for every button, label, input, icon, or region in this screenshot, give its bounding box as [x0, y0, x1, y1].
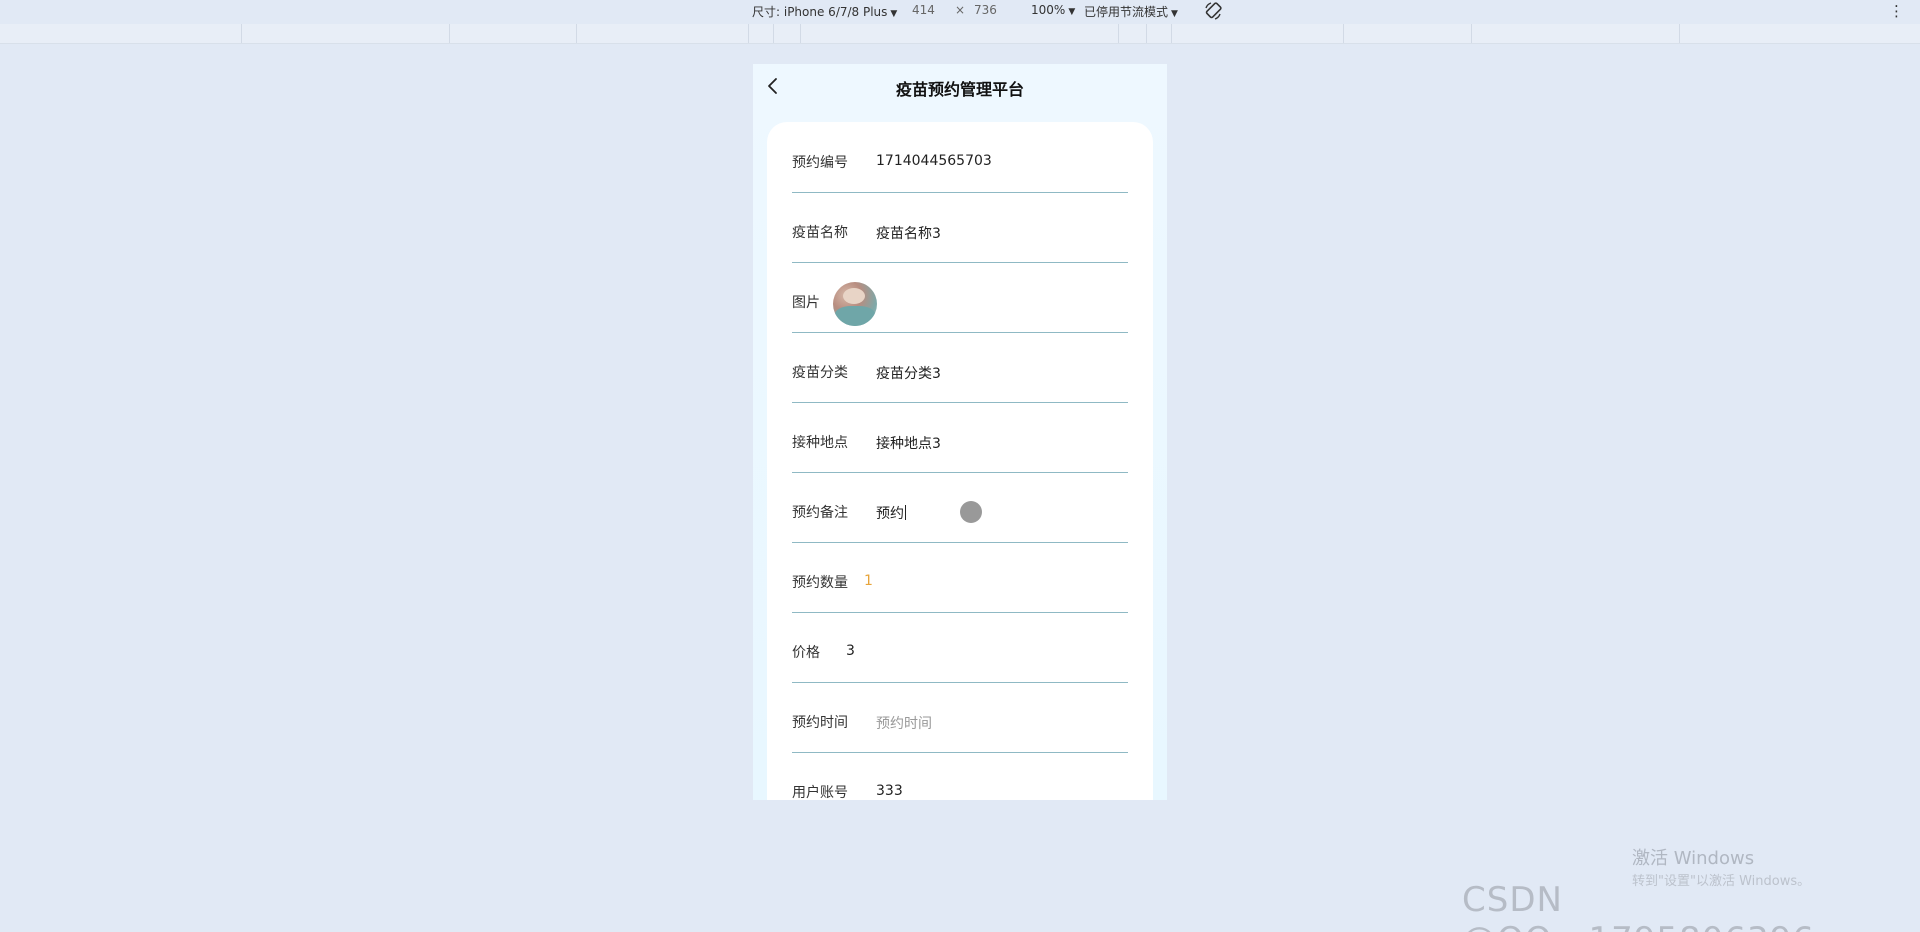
- caret-down-icon: ▼: [1171, 9, 1178, 19]
- location-label: 接种地点: [792, 435, 848, 451]
- form-row-time: 预约时间 预约时间: [792, 682, 1128, 753]
- text-cursor: [905, 505, 906, 520]
- devtools-toolbar: 尺寸: iPhone 6/7/8 Plus ▼ 414 × 736 100% ▼ 已…: [0, 0, 1920, 22]
- form-row-price: 价格 3: [792, 612, 1128, 683]
- price-label: 价格: [792, 645, 820, 661]
- image-label: 图片: [792, 295, 820, 311]
- remark-label: 预约备注: [792, 505, 848, 521]
- form-card: 预约编号 1714044565703 疫苗名称 疫苗名称3 图片 疫苗分类 疫苗…: [767, 122, 1153, 800]
- csdn-watermark: CSDN @QQ__1795806396: [1462, 880, 1814, 932]
- phone-viewport: 疫苗预约管理平台 预约编号 1714044565703 疫苗名称 疫苗名称3 图…: [753, 64, 1167, 800]
- time-picker[interactable]: 预约时间: [876, 713, 932, 733]
- device-label: 尺寸: iPhone 6/7/8 Plus: [752, 5, 888, 19]
- form-row-booking-no: 预约编号 1714044565703: [792, 122, 1128, 193]
- touch-pointer-indicator: [960, 501, 982, 523]
- account-input[interactable]: 333: [876, 783, 903, 799]
- device-selector[interactable]: 尺寸: iPhone 6/7/8 Plus ▼: [752, 3, 897, 20]
- vaccine-name-input[interactable]: 疫苗名称3: [876, 223, 941, 243]
- form-row-category: 疫苗分类 疫苗分类3: [792, 332, 1128, 403]
- account-label: 用户账号: [792, 785, 848, 800]
- location-input[interactable]: 接种地点3: [876, 433, 941, 453]
- form-row-quantity: 预约数量 1: [792, 542, 1128, 613]
- form-row-location: 接种地点 接种地点3: [792, 402, 1128, 473]
- times-sign: ×: [955, 3, 966, 17]
- width-field[interactable]: 414: [912, 3, 935, 17]
- remark-input[interactable]: 预约: [876, 503, 906, 523]
- activate-windows-title: 激活 Windows: [1632, 848, 1755, 869]
- booking-no-label: 预约编号: [792, 155, 848, 171]
- rotate-icon[interactable]: [1202, 0, 1224, 22]
- form-row-image: 图片: [792, 262, 1128, 333]
- caret-down-icon: ▼: [1068, 7, 1076, 17]
- zoom-label: 100%: [1031, 3, 1066, 17]
- zoom-selector[interactable]: 100% ▼: [1031, 3, 1075, 17]
- vaccine-image[interactable]: [833, 282, 877, 326]
- vaccine-name-label: 疫苗名称: [792, 225, 848, 241]
- category-input[interactable]: 疫苗分类3: [876, 363, 941, 383]
- category-label: 疫苗分类: [792, 365, 848, 381]
- throttle-selector[interactable]: 已停用节流模式 ▼: [1084, 3, 1178, 20]
- media-query-ruler: [0, 24, 1920, 44]
- caret-down-icon: ▼: [890, 9, 898, 19]
- price-input[interactable]: 3: [846, 643, 855, 659]
- quantity-input[interactable]: 1: [864, 573, 873, 589]
- throttle-label: 已停用节流模式: [1084, 5, 1169, 19]
- height-field[interactable]: 736: [974, 3, 997, 17]
- form-row-vaccine-name: 疫苗名称 疫苗名称3: [792, 192, 1128, 263]
- nav-bar: 疫苗预约管理平台: [753, 64, 1167, 108]
- remark-value: 预约: [876, 506, 904, 522]
- time-label: 预约时间: [792, 715, 848, 731]
- page-title: 疫苗预约管理平台: [895, 80, 1024, 99]
- booking-no-input[interactable]: 1714044565703: [876, 153, 992, 169]
- form-row-account: 用户账号 333: [792, 752, 1128, 800]
- quantity-label: 预约数量: [792, 575, 848, 591]
- more-options-icon[interactable]: ⋮: [1889, 2, 1904, 20]
